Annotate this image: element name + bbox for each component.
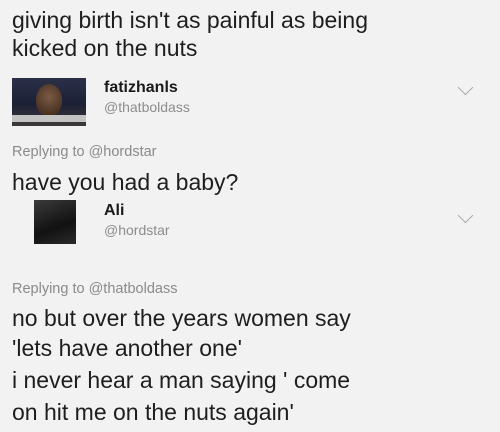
- reply2-replying-to: Replying to @thatboldass: [12, 281, 177, 297]
- reply2-text-line-4: on hit me on the nuts again': [12, 399, 294, 425]
- reply2-display-name[interactable]: Ali: [104, 202, 124, 220]
- avatar[interactable]: [12, 78, 86, 126]
- reply2-handle[interactable]: @hordstar: [104, 222, 170, 238]
- avatar-face: [36, 84, 62, 116]
- reply1-text: have you had a baby?: [12, 169, 239, 195]
- avatar[interactable]: [34, 200, 76, 244]
- chevron-down-icon[interactable]: [457, 79, 474, 96]
- post-text-line-1: giving birth isn't as painful as being: [12, 7, 368, 33]
- reply2-text-line-1: no but over the years women say: [12, 305, 351, 331]
- replying-to-handle[interactable]: @thatboldass: [89, 281, 178, 297]
- reply1-replying-to: Replying to @hordstar: [12, 144, 157, 160]
- chevron-down-icon[interactable]: [457, 207, 474, 224]
- reply2-text-line-3: i never hear a man saying ' come: [12, 367, 351, 393]
- avatar-caption-band: [12, 115, 86, 122]
- reply2-text-line-2: 'lets have another one': [12, 335, 242, 361]
- replying-prefix: Replying to: [12, 281, 85, 297]
- replying-prefix: Replying to: [12, 144, 85, 160]
- reply1-handle[interactable]: @thatboldass: [104, 99, 190, 115]
- reply1-display-name[interactable]: fatizhanls: [104, 79, 178, 97]
- post-text-line-2: kicked on the nuts: [12, 35, 198, 61]
- replying-to-handle[interactable]: @hordstar: [89, 144, 157, 160]
